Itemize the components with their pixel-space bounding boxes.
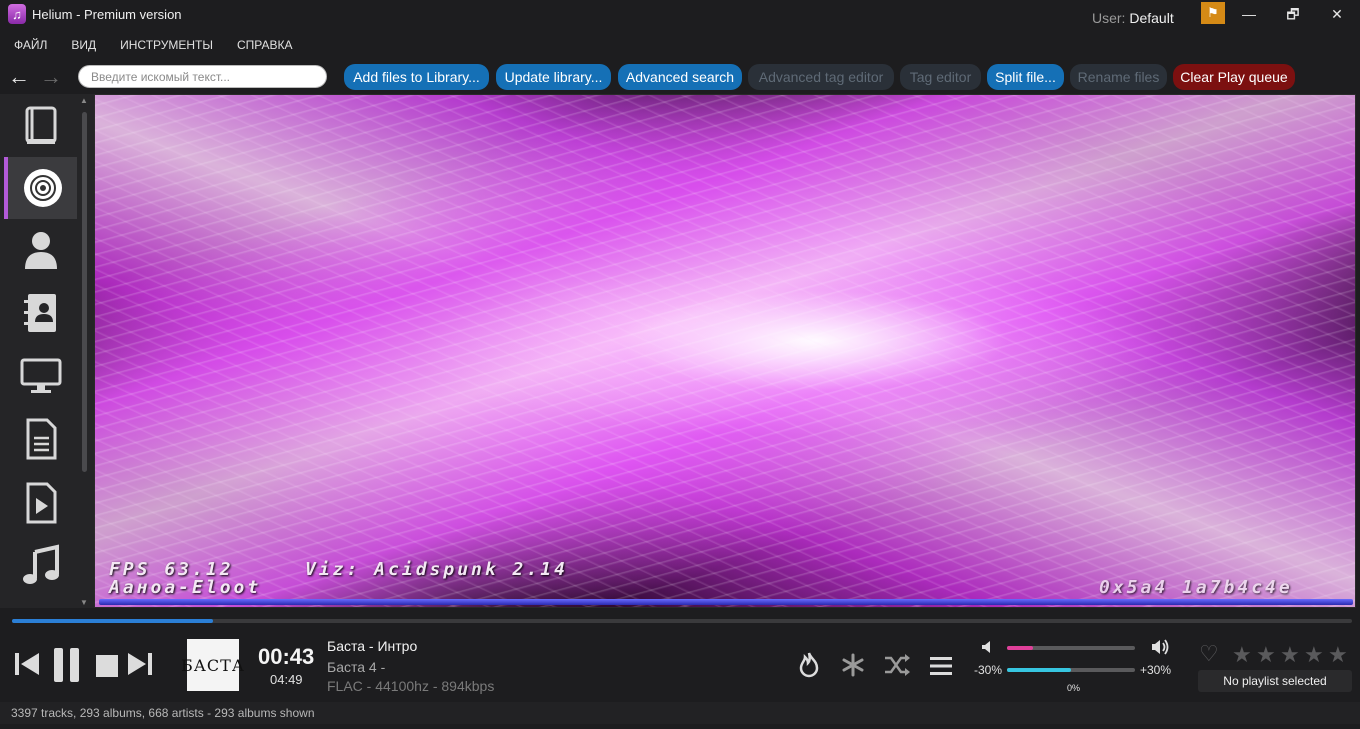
toolbar: ← → Add files to Library... Update libra… [0,62,1360,92]
forward-button[interactable]: → [40,64,62,90]
playlist-selector[interactable]: No playlist selected [1198,670,1352,692]
tag-editor-button[interactable]: Tag editor [900,64,981,90]
stop-icon[interactable] [95,654,119,678]
flag-icon[interactable]: ⚑ [1201,2,1225,24]
update-library-button[interactable]: Update library... [496,64,611,90]
video-file-icon [26,482,56,524]
sidebar-item-albums[interactable] [4,157,77,219]
contacts-icon [23,294,56,332]
rating-star-3[interactable]: ★ [1280,642,1300,668]
menu-bar: ФАЙЛ ВИД ИНСТРУМЕНТЫ СПРАВКА [0,34,303,56]
user-name: Default [1129,10,1174,26]
shuffle-icon[interactable] [884,654,910,676]
sidebar-item-playlists[interactable] [4,408,77,470]
menu-view[interactable]: ВИД [57,34,106,56]
rating-star-5[interactable]: ★ [1328,642,1348,668]
sidebar: ▲ ▼ [0,94,94,608]
status-bar: 3397 tracks, 293 albums, 668 artists - 2… [0,702,1360,724]
album-cover[interactable]: БАСТА [181,639,244,691]
seek-bar-fill [12,619,213,623]
visualizer-track: Ааноа-Еloot [109,577,262,598]
seek-bar[interactable] [12,619,1352,623]
heart-icon[interactable]: ♡ [1199,641,1219,667]
tempo-slider-fill [1007,668,1071,672]
volume-down-icon[interactable] [981,640,995,654]
disc-icon [23,169,62,207]
advanced-tag-editor-button[interactable]: Advanced tag editor [748,64,894,90]
clear-play-queue-button[interactable]: Clear Play queue [1173,64,1295,90]
user-label: User: [1092,10,1126,26]
pause-icon[interactable] [53,647,81,683]
document-icon [26,418,56,460]
menu-help[interactable]: СПРАВКА [223,34,303,56]
next-icon[interactable] [127,650,153,678]
queue-menu-icon[interactable] [929,656,953,676]
track-format: FLAC - 44100hz - 894kbps [327,678,495,694]
menu-file[interactable]: ФАЙЛ [0,34,57,56]
sidebar-scroll-down[interactable]: ▼ [80,598,88,607]
sidebar-item-contacts[interactable] [4,282,77,344]
sidebar-item-artists[interactable] [4,219,77,281]
sidebar-scrollbar[interactable] [82,112,87,472]
user-icon [24,232,57,269]
monitor-icon [20,358,61,393]
book-icon [25,106,56,144]
previous-icon[interactable] [14,650,40,678]
tempo-min-label: -30% [974,663,1003,677]
visualizer-code: 0x5a4 1a7b4c4e [1099,577,1293,598]
asterisk-icon[interactable] [841,653,865,677]
split-file-button[interactable]: Split file... [987,64,1064,90]
music-note-icon [22,544,59,584]
time-total: 04:49 [270,672,303,687]
visualizer-bar [99,599,1353,605]
time-current: 00:43 [258,644,315,669]
app-icon: ♫ [8,4,26,24]
sidebar-scroll-up[interactable]: ▲ [80,96,88,105]
restore-button[interactable]: 🗗 [1278,4,1308,24]
rename-files-button[interactable]: Rename files [1070,64,1167,90]
tempo-max-label: +30% [1140,663,1172,677]
back-button[interactable]: ← [8,64,30,90]
menu-tools[interactable]: ИНСТРУМЕНТЫ [106,34,223,56]
volume-slider[interactable] [1007,646,1135,650]
track-album[interactable]: Баста 4 - [327,659,385,675]
visualizer-preset: Viz: Acidspunk 2.14 [305,559,568,580]
visualizer-pattern [95,95,1355,607]
status-text: 3397 tracks, 293 albums, 668 artists - 2… [11,706,315,720]
rating-star-2[interactable]: ★ [1256,642,1276,668]
window-title: Helium - Premium version [32,7,182,22]
visualizer[interactable]: FPS 63.12 Viz: Acidspunk 2.14 Ааноа-Еloo… [94,94,1356,608]
user-indicator[interactable]: User: Default [1092,10,1174,26]
rating-star-4[interactable]: ★ [1304,642,1324,668]
tempo-value: 0% [1067,683,1081,693]
sidebar-item-library[interactable] [4,95,77,157]
title-bar: ♫ Helium - Premium version User: Default… [0,0,1360,32]
flame-icon[interactable] [797,652,821,678]
search-input[interactable] [78,65,327,88]
close-button[interactable]: ✕ [1322,4,1352,24]
advanced-search-button[interactable]: Advanced search [618,64,742,90]
sidebar-item-devices[interactable] [4,344,77,406]
sidebar-item-music[interactable] [4,534,77,596]
minimize-button[interactable]: — [1234,4,1264,24]
player-panel: БАСТА 00:43 04:49 Баста - Интро Баста 4 … [0,626,1360,702]
volume-up-icon[interactable] [1151,639,1169,655]
sidebar-item-videos[interactable] [4,472,77,534]
add-files-button[interactable]: Add files to Library... [344,64,489,90]
rating-star-1[interactable]: ★ [1232,642,1252,668]
track-title[interactable]: Баста - Интро [327,638,417,654]
tempo-slider[interactable] [1007,668,1135,672]
volume-slider-fill [1007,646,1033,650]
